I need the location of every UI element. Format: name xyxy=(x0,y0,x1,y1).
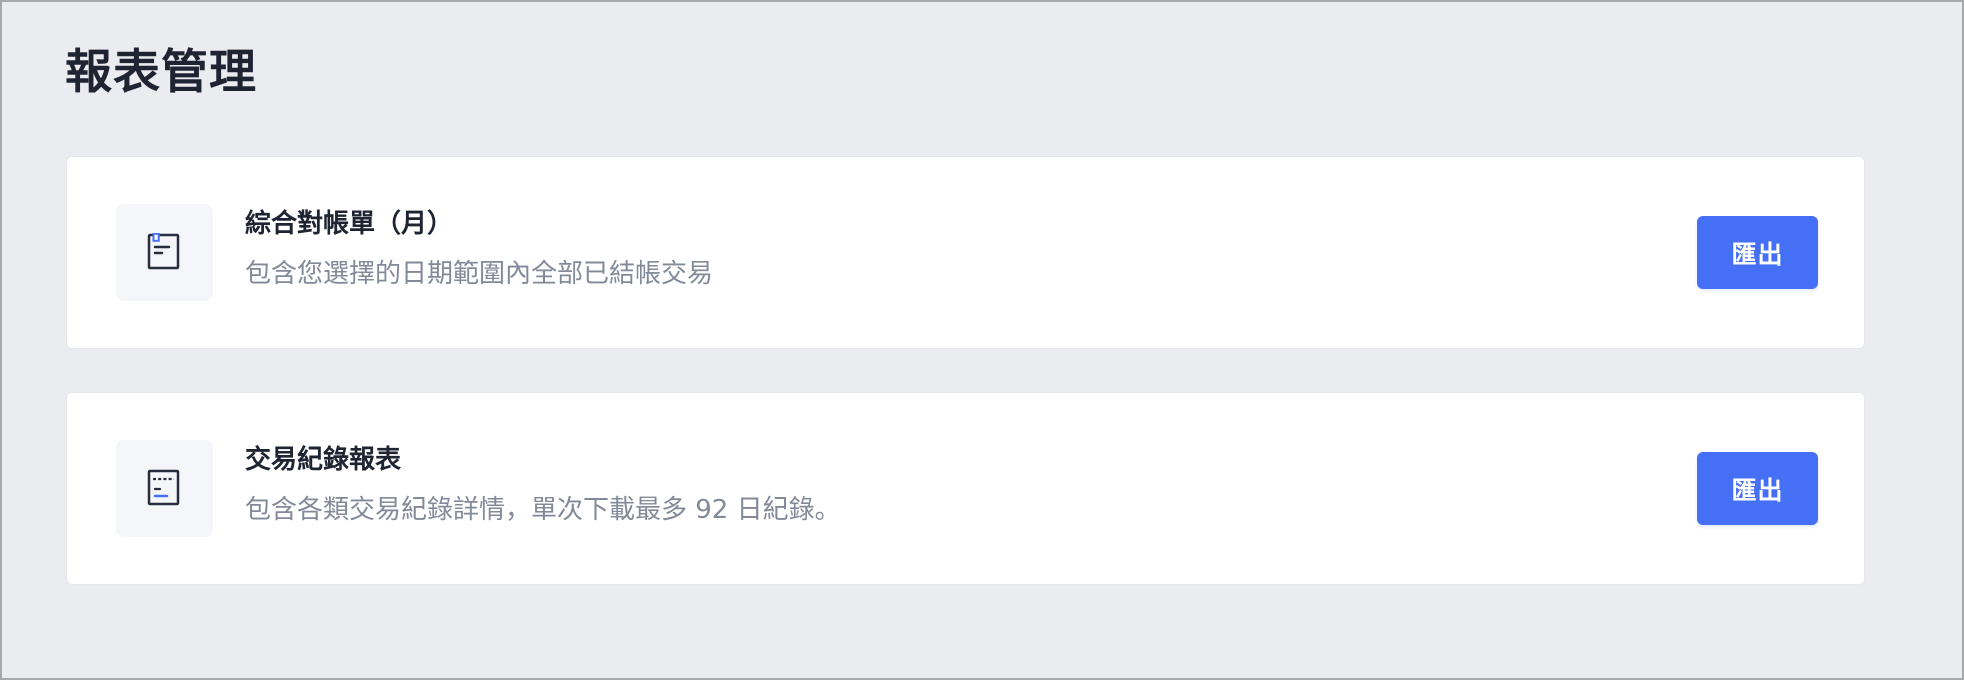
monthly-statement-icon xyxy=(116,204,213,301)
report-title: 交易紀錄報表 xyxy=(245,445,402,475)
export-button-monthly-statement[interactable]: 匯出 xyxy=(1697,216,1818,289)
transaction-report-icon xyxy=(116,440,213,537)
report-card-transaction-records: 交易紀錄報表 包含各類交易紀錄詳情，單次下載最多 92 日紀錄。 匯出 xyxy=(66,392,1865,585)
page-title: 報表管理 xyxy=(65,45,257,100)
export-button-transaction-records[interactable]: 匯出 xyxy=(1697,452,1818,525)
report-description: 包含各類交易紀錄詳情，單次下載最多 92 日紀錄。 xyxy=(245,495,841,525)
report-title: 綜合對帳單（月） xyxy=(245,209,454,239)
report-management-page: 報表管理 綜合對帳單（月） 包含您選擇的日期範圍內全部已結帳交易 匯出 交易紀錄… xyxy=(0,0,1964,680)
report-card-monthly-statement: 綜合對帳單（月） 包含您選擇的日期範圍內全部已結帳交易 匯出 xyxy=(66,156,1865,349)
report-description: 包含您選擇的日期範圍內全部已結帳交易 xyxy=(245,259,714,289)
